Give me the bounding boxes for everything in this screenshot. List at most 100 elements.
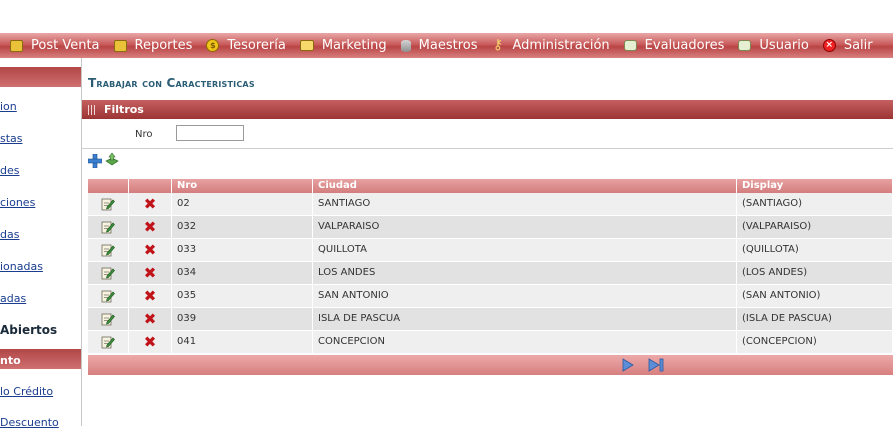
- filters-label: Filtros: [104, 103, 144, 116]
- edit-cell: [88, 193, 129, 215]
- export-icon[interactable]: [104, 152, 120, 168]
- menu-evaluadores[interactable]: Evaluadores: [623, 38, 725, 53]
- key-icon: ⚷: [492, 37, 504, 53]
- edit-icon[interactable]: [101, 220, 115, 234]
- delete-icon[interactable]: ✖: [144, 266, 157, 281]
- grid-header: Nro Ciudad Display: [88, 179, 893, 193]
- column-header-delete: [129, 179, 172, 193]
- delete-cell: ✖: [129, 239, 172, 261]
- exit-icon: ×: [822, 39, 836, 52]
- filters-panel: Nro: [82, 120, 893, 149]
- delete-icon[interactable]: ✖: [144, 289, 157, 304]
- edit-icon[interactable]: [101, 243, 115, 257]
- column-header-edit: [88, 179, 129, 193]
- cell-display: (VALPARAISO): [737, 216, 893, 238]
- cell-nro: 039: [172, 308, 313, 330]
- menu-label: Evaluadores: [644, 38, 725, 53]
- cell-ciudad: LOS ANDES: [313, 262, 737, 284]
- column-header-nro[interactable]: Nro: [172, 179, 313, 193]
- cell-nro: 033: [172, 239, 313, 261]
- edit-cell: [88, 308, 129, 330]
- table-row: ✖ 02 SANTIAGO (SANTIAGO): [88, 193, 893, 216]
- sidebar-link[interactable]: ion: [0, 100, 17, 113]
- menu-label: Reportes: [134, 38, 193, 53]
- cell-display: (LOS ANDES): [737, 262, 893, 284]
- menu-label: Maestros: [418, 38, 478, 53]
- menu-label: Administración: [512, 38, 610, 53]
- delete-cell: ✖: [129, 308, 172, 330]
- cell-nro: 034: [172, 262, 313, 284]
- last-page-icon[interactable]: [648, 358, 664, 372]
- column-header-ciudad[interactable]: Ciudad: [313, 179, 737, 193]
- sidebar-section-header: nto: [0, 349, 81, 369]
- table-row: ✖ 041 CONCEPCION (CONCEPCION): [88, 331, 893, 354]
- delete-icon[interactable]: ✖: [144, 335, 157, 350]
- cell-ciudad: SANTIAGO: [313, 193, 737, 215]
- cell-nro: 02: [172, 193, 313, 215]
- delete-icon[interactable]: ✖: [144, 243, 157, 258]
- sidebar-item-abiertos[interactable]: Abiertos: [0, 323, 57, 337]
- cell-ciudad: CONCEPCION: [313, 331, 737, 353]
- cell-nro: 041: [172, 331, 313, 353]
- menu-label: Marketing: [321, 38, 387, 53]
- cell-nro: 032: [172, 216, 313, 238]
- nro-filter-input[interactable]: [176, 125, 244, 141]
- cell-ciudad: VALPARAISO: [313, 216, 737, 238]
- filters-panel-header[interactable]: Filtros: [82, 100, 893, 119]
- menu-maestros[interactable]: Maestros: [400, 38, 478, 53]
- evaluator-icon: [623, 40, 637, 51]
- edit-icon[interactable]: [101, 266, 115, 280]
- menu-administracion[interactable]: ⚷ Administración: [491, 37, 610, 53]
- grid-pager: [88, 355, 893, 375]
- edit-cell: [88, 331, 129, 353]
- results-grid: Nro Ciudad Display ✖ 02 SANTIAGO (SANTIA…: [88, 179, 893, 375]
- edit-icon[interactable]: [101, 289, 115, 303]
- sidebar-link[interactable]: ciones: [0, 196, 35, 209]
- sidebar-link[interactable]: das: [0, 228, 19, 241]
- sidebar: ion stas des ciones das ionadas adas Abi…: [0, 58, 82, 429]
- sidebar-link[interactable]: stas: [0, 132, 23, 145]
- sidebar-link[interactable]: adas: [0, 292, 26, 305]
- cell-display: (SANTIAGO): [737, 193, 893, 215]
- cell-ciudad: ISLA DE PASCUA: [313, 308, 737, 330]
- delete-icon[interactable]: ✖: [144, 220, 157, 235]
- sidebar-section-header: [0, 67, 81, 87]
- menu-post-venta[interactable]: Post Venta: [10, 38, 100, 53]
- menu-label: Tesorería: [227, 38, 286, 53]
- delete-cell: ✖: [129, 285, 172, 307]
- table-row: ✖ 032 VALPARAISO (VALPARAISO): [88, 216, 893, 239]
- menu-usuario[interactable]: Usuario: [738, 38, 809, 53]
- table-row: ✖ 035 SAN ANTONIO (SAN ANTONIO): [88, 285, 893, 308]
- edit-cell: [88, 285, 129, 307]
- cell-display: (SAN ANTONIO): [737, 285, 893, 307]
- nro-filter-label: Nro: [135, 129, 153, 140]
- next-page-icon[interactable]: [622, 358, 634, 372]
- sidebar-section-label: nto: [0, 354, 21, 367]
- database-icon: [400, 39, 411, 52]
- cell-ciudad: QUILLOTA: [313, 239, 737, 261]
- card-icon: [299, 40, 314, 51]
- column-header-display[interactable]: Display: [737, 179, 893, 193]
- delete-icon[interactable]: ✖: [144, 197, 157, 212]
- menu-reportes[interactable]: Reportes: [113, 38, 193, 53]
- delete-cell: ✖: [129, 262, 172, 284]
- delete-cell: ✖: [129, 193, 172, 215]
- coin-icon: $: [206, 39, 220, 52]
- edit-icon[interactable]: [101, 335, 115, 349]
- sidebar-link[interactable]: ionadas: [0, 260, 43, 273]
- edit-icon[interactable]: [101, 197, 115, 211]
- menu-label: Salir: [843, 38, 873, 53]
- add-icon[interactable]: [88, 154, 102, 168]
- delete-icon[interactable]: ✖: [144, 312, 157, 327]
- sidebar-link[interactable]: des: [0, 164, 19, 177]
- cell-display: (QUILLOTA): [737, 239, 893, 261]
- sidebar-link[interactable]: lo Crédito: [0, 385, 53, 398]
- menu-marketing[interactable]: Marketing: [299, 38, 387, 53]
- sidebar-link[interactable]: Descuento: [0, 416, 59, 429]
- menu-salir[interactable]: × Salir: [822, 38, 873, 53]
- delete-cell: ✖: [129, 216, 172, 238]
- menu-tesoreria[interactable]: $ Tesorería: [206, 38, 286, 53]
- grip-icon: [88, 105, 96, 115]
- edit-icon[interactable]: [101, 312, 115, 326]
- table-row: ✖ 033 QUILLOTA (QUILLOTA): [88, 239, 893, 262]
